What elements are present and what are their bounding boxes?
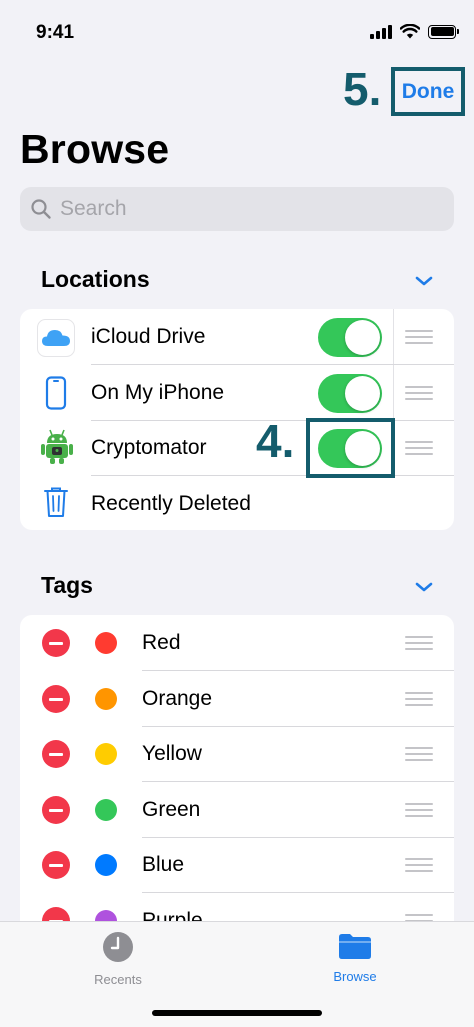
- iphone-icon: [45, 376, 67, 410]
- search-placeholder: Search: [60, 197, 127, 220]
- cellular-signal-icon: [370, 24, 392, 39]
- annotation-step-5: 5.: [343, 63, 382, 115]
- delete-minus-icon[interactable]: [42, 740, 70, 768]
- tag-row-red[interactable]: Red: [20, 615, 454, 671]
- tag-color-dot: [95, 688, 117, 710]
- annotation-highlight-toggle: [306, 418, 395, 478]
- location-label: Cryptomator: [91, 436, 207, 459]
- done-button[interactable]: Done: [391, 67, 465, 116]
- tag-color-dot: [95, 632, 117, 654]
- delete-minus-icon[interactable]: [42, 796, 70, 824]
- tab-recents[interactable]: Recents: [58, 931, 178, 987]
- trash-icon: [44, 487, 68, 517]
- delete-minus-icon[interactable]: [42, 851, 70, 879]
- tag-color-dot: [95, 799, 117, 821]
- tag-label: Green: [142, 798, 201, 821]
- annotation-step-4: 4.: [256, 415, 295, 467]
- status-bar: 9:41: [0, 0, 474, 64]
- reorder-grip-icon[interactable]: [405, 386, 433, 404]
- icloud-icon: [37, 319, 75, 357]
- tab-label: Browse: [333, 969, 377, 984]
- reorder-grip-icon[interactable]: [405, 803, 433, 821]
- chevron-down-icon[interactable]: [414, 274, 434, 288]
- reorder-grip-icon[interactable]: [405, 858, 433, 876]
- delete-minus-icon[interactable]: [42, 629, 70, 657]
- tag-row-blue[interactable]: Blue: [20, 837, 454, 893]
- search-icon: [31, 199, 51, 219]
- status-icons: [370, 24, 459, 39]
- reorder-grip-icon[interactable]: [405, 747, 433, 765]
- reorder-grip-icon[interactable]: [405, 330, 433, 348]
- tag-row-orange[interactable]: Orange: [20, 671, 454, 727]
- icloud-drive-toggle[interactable]: [318, 318, 382, 357]
- locations-header: Locations: [41, 266, 150, 292]
- location-label: iCloud Drive: [91, 325, 206, 348]
- search-field[interactable]: Search: [20, 187, 454, 231]
- tab-label: Recents: [94, 972, 142, 987]
- cryptomator-robot-icon: [41, 429, 73, 464]
- home-indicator: [152, 1010, 322, 1016]
- tab-browse[interactable]: Browse: [295, 931, 415, 984]
- tags-list: Red Orange Yellow Green Blue Purple: [20, 615, 454, 945]
- reorder-grip-icon[interactable]: [405, 636, 433, 654]
- tag-color-dot: [95, 854, 117, 876]
- tag-label: Yellow: [142, 742, 202, 765]
- tag-row-yellow[interactable]: Yellow: [20, 726, 454, 782]
- tag-label: Orange: [142, 687, 213, 710]
- clock-icon: [103, 932, 133, 962]
- tag-row-green[interactable]: Green: [20, 782, 454, 838]
- location-label: Recently Deleted: [91, 492, 251, 515]
- battery-icon: [428, 24, 459, 39]
- on-my-iphone-toggle[interactable]: [318, 374, 382, 413]
- reorder-grip-icon[interactable]: [405, 441, 433, 459]
- tags-header: Tags: [41, 572, 93, 598]
- folder-icon: [339, 934, 371, 959]
- location-row-icloud-drive[interactable]: iCloud Drive: [20, 309, 454, 365]
- wifi-icon: [400, 24, 420, 39]
- delete-minus-icon[interactable]: [42, 685, 70, 713]
- location-row-recently-deleted[interactable]: Recently Deleted: [20, 476, 454, 530]
- reorder-grip-icon[interactable]: [405, 692, 433, 710]
- chevron-down-icon[interactable]: [414, 580, 434, 594]
- page-title: Browse: [20, 126, 170, 172]
- tag-label: Blue: [142, 853, 185, 876]
- location-label: On My iPhone: [91, 381, 225, 404]
- tag-label: Red: [142, 631, 181, 654]
- status-time: 9:41: [36, 22, 75, 43]
- location-row-on-my-iphone[interactable]: On My iPhone: [20, 365, 454, 421]
- tag-color-dot: [95, 743, 117, 765]
